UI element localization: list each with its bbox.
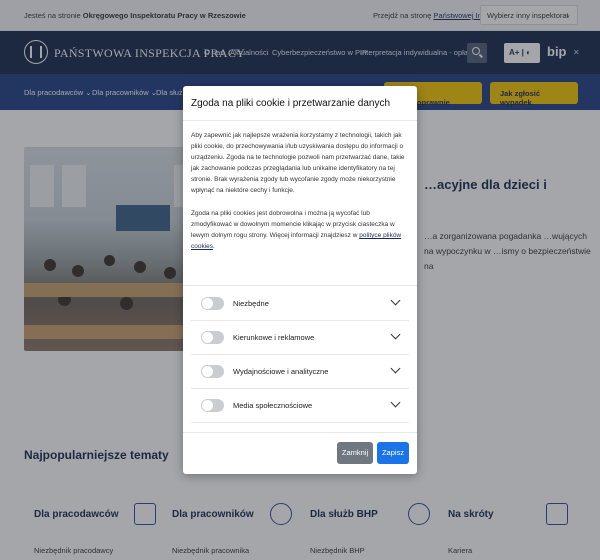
divider — [183, 120, 417, 121]
save-button[interactable]: Zapisz — [377, 442, 409, 464]
cookie-category-label: Niezbędne — [233, 299, 269, 308]
close-button[interactable]: Zamknij — [337, 442, 373, 464]
social-toggle[interactable] — [201, 399, 224, 412]
divider — [183, 432, 417, 433]
chevron-down-icon[interactable] — [390, 363, 401, 374]
consent-paragraph-2: Zgoda na pliki cookies jest dobrowolna i… — [191, 210, 402, 250]
cookie-category-label: Kierunkowe i reklamowe — [233, 333, 315, 342]
consent-paragraph-1: Aby zapewnić jak najlepsze wrażenia korz… — [191, 132, 405, 194]
cookie-category-analytics[interactable]: Wydajnościowe i analityczne — [191, 355, 409, 389]
chevron-down-icon[interactable] — [390, 295, 401, 306]
analytics-toggle[interactable] — [201, 365, 224, 378]
chevron-down-icon[interactable] — [390, 397, 401, 408]
chevron-down-icon[interactable] — [390, 329, 401, 340]
dialog-body: Aby zapewnić jak najlepsze wrażenia korz… — [191, 130, 411, 264]
necessary-toggle[interactable] — [201, 297, 224, 310]
cookie-category-social[interactable]: Media społecznościowe — [191, 389, 409, 423]
cookie-category-necessary[interactable]: Niezbędne — [191, 287, 409, 321]
cookie-category-label: Media społecznościowe — [233, 401, 313, 410]
dialog-title: Zgoda na pliki cookie i przetwarzanie da… — [191, 98, 390, 109]
divider — [183, 285, 417, 286]
cookie-category-marketing[interactable]: Kierunkowe i reklamowe — [191, 321, 409, 355]
cookie-consent-dialog: Zgoda na pliki cookie i przetwarzanie da… — [183, 86, 417, 474]
marketing-toggle[interactable] — [201, 331, 224, 344]
cookie-category-label: Wydajnościowe i analityczne — [233, 367, 329, 376]
